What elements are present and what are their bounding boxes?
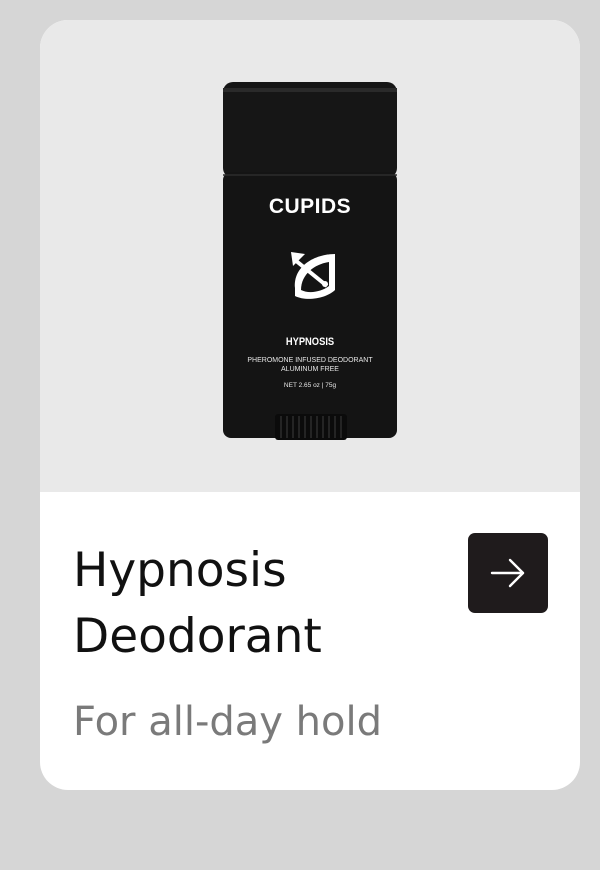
product-brand-label: CUPIDS [268, 195, 352, 218]
view-product-button[interactable] [468, 533, 548, 613]
product-subtitle: For all-day hold [73, 699, 383, 745]
product-title[interactable]: Hypnosis Deodorant [73, 538, 453, 670]
product-tagline-line2: ALUMINUM FREE [281, 366, 339, 373]
product-card[interactable]: CUPIDS HYPNOSIS PHEROMONE INFUSED DEODOR… [40, 20, 580, 790]
product-image-area: CUPIDS HYPNOSIS PHEROMONE INFUSED DEODOR… [40, 20, 580, 492]
product-tagline-line1: PHEROMONE INFUSED DEODORANT [247, 357, 373, 364]
product-image: CUPIDS HYPNOSIS PHEROMONE INFUSED DEODOR… [223, 82, 397, 442]
bow-and-arrow-logo [291, 252, 335, 299]
arrow-right-icon [490, 558, 525, 588]
product-net-weight: NET 2.65 oz | 75g [283, 382, 337, 389]
product-variant-label: HYPNOSIS [285, 336, 335, 348]
